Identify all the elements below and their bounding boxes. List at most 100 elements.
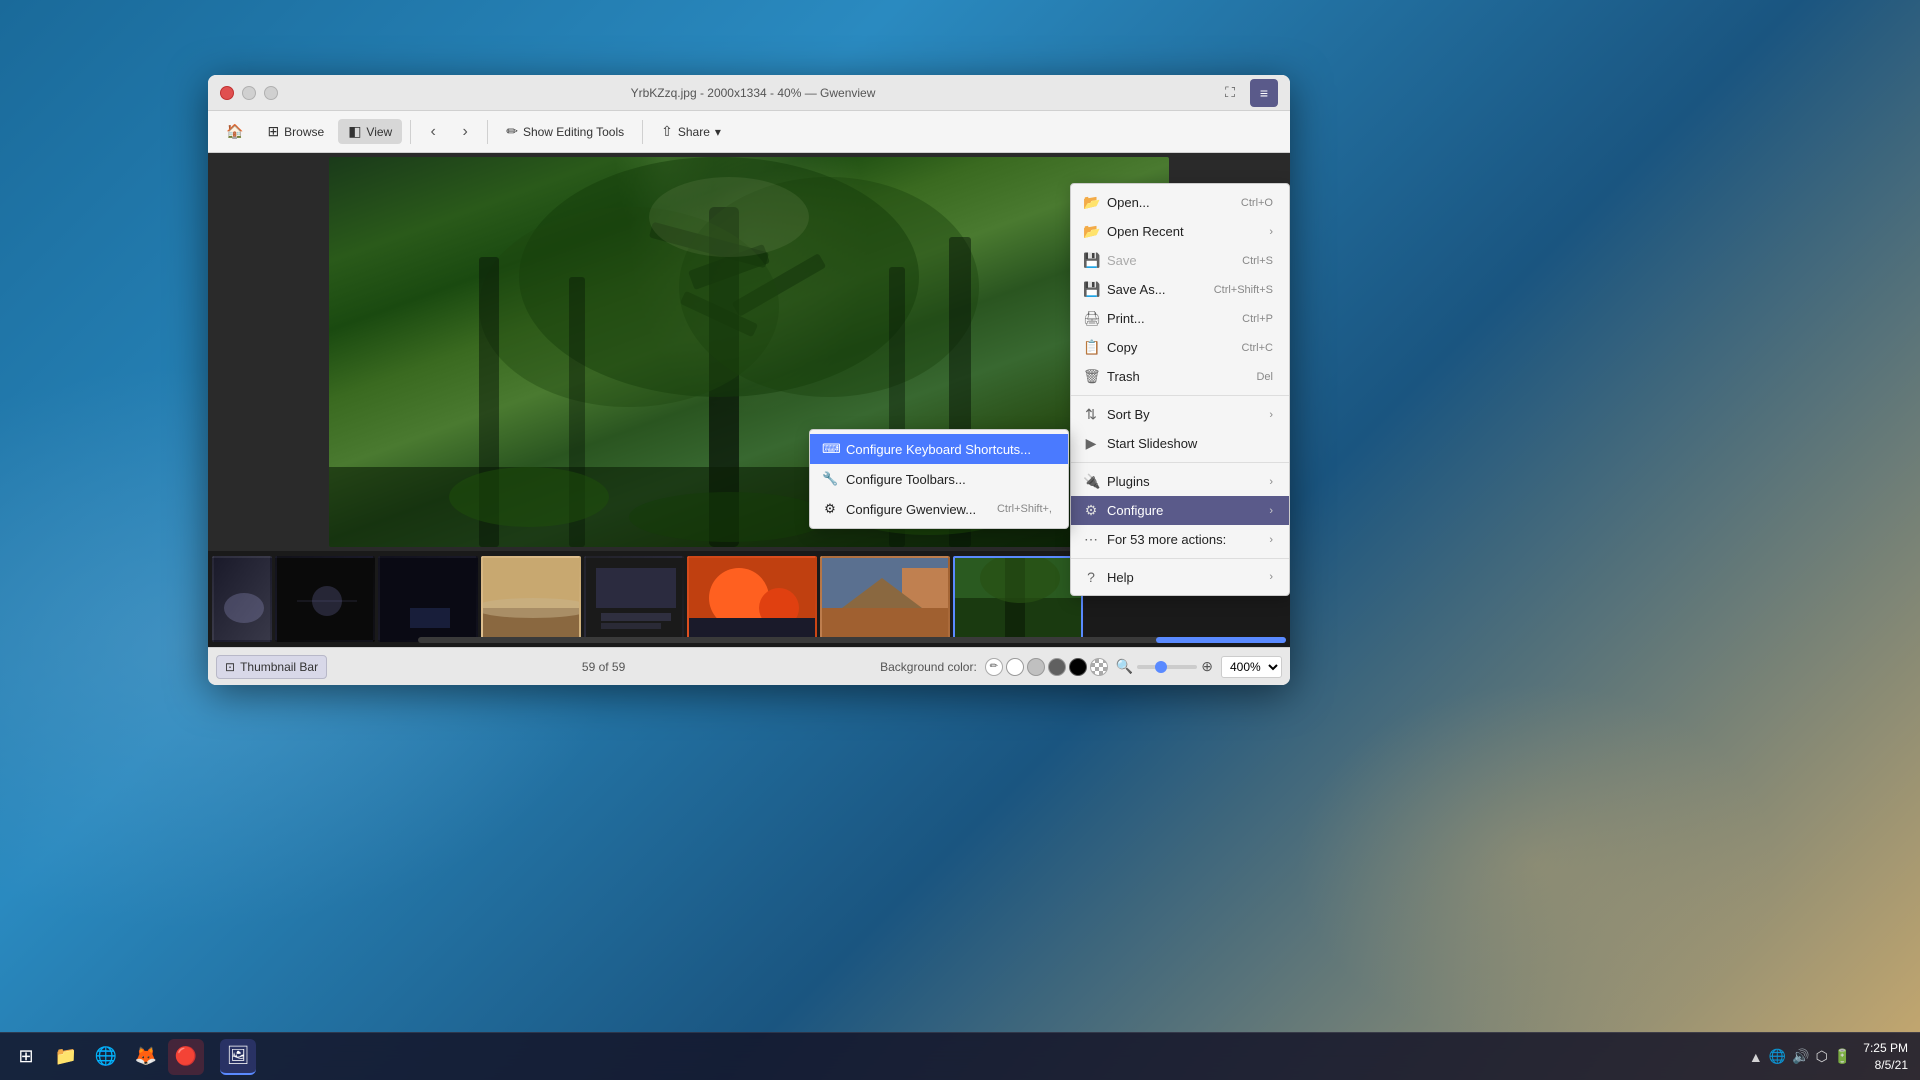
trash-icon: 🗑 [1083, 368, 1099, 385]
thumbnail-bar-label: Thumbnail Bar [240, 660, 318, 674]
menu-item-open[interactable]: 📂 Open... Ctrl+O [1071, 188, 1289, 217]
submenu-gwenview[interactable]: ⚙ Configure Gwenview... Ctrl+Shift+, [810, 494, 1068, 524]
swatch-pencil[interactable]: ✏ [985, 658, 1003, 676]
zoom-in-icon[interactable]: ⊕ [1201, 658, 1213, 675]
nav-forward-button[interactable]: › [451, 118, 479, 146]
menu-print-label: Print... [1107, 311, 1145, 326]
thumbnail-scrollbar[interactable] [418, 637, 1286, 643]
window-title: YrbKZzq.jpg - 2000x1334 - 40% — Gwenview [290, 86, 1216, 100]
menu-item-trash[interactable]: 🗑 Trash Del [1071, 362, 1289, 391]
menu-item-slideshow[interactable]: ▶ Start Slideshow [1071, 429, 1289, 458]
menu-item-plugins[interactable]: 🔌 Plugins › [1071, 467, 1289, 496]
thumbnail-5[interactable] [584, 556, 684, 642]
menu-plugins-label: Plugins [1107, 474, 1150, 489]
thumbnail-4[interactable] [481, 556, 581, 642]
thumbnail-8[interactable] [953, 556, 1083, 642]
view-button[interactable]: ◧ View [338, 119, 402, 144]
swatch-darkgray[interactable] [1048, 658, 1066, 676]
hamburger-menu: 📂 Open... Ctrl+O 📂 Open Recent › 💾 Save … [1070, 183, 1290, 596]
thumbnail-6[interactable] [687, 556, 817, 642]
network-icon[interactable]: 🌐 [1769, 1048, 1786, 1065]
thumbnail-bar-icon: ⊡ [225, 660, 235, 674]
swatch-lightgray[interactable] [1027, 658, 1045, 676]
more-icon: ⋯ [1083, 531, 1099, 548]
title-bar-actions: ⛶ ≡ [1216, 79, 1278, 107]
menu-more-actions-label: For 53 more actions: [1107, 532, 1226, 547]
menu-item-configure[interactable]: ⚙ Configure › [1071, 496, 1289, 525]
thumb-8-image [955, 558, 1083, 642]
menu-divider-1 [1071, 395, 1289, 396]
view-label: View [366, 125, 392, 139]
submenu-keyboard-shortcuts[interactable]: ⌨ Configure Keyboard Shortcuts... [810, 434, 1068, 464]
taskbar-gwenview-app[interactable]: 🖼 [220, 1039, 256, 1075]
menu-help-label: Help [1107, 570, 1134, 585]
taskbar-icon-browser[interactable]: 🌐 [88, 1039, 124, 1075]
save-as-shortcut: Ctrl+Shift+S [1214, 284, 1273, 296]
menu-trash-label: Trash [1107, 369, 1140, 384]
volume-icon[interactable]: 🔊 [1792, 1048, 1809, 1065]
menu-divider-2 [1071, 462, 1289, 463]
zoom-select[interactable]: 400% [1221, 656, 1282, 678]
browse-icon: ⊞ [267, 123, 279, 140]
toolbars-icon: 🔧 [822, 471, 838, 487]
open-recent-arrow: › [1269, 226, 1273, 238]
taskbar-icon-manjaro[interactable]: 🔴 [168, 1039, 204, 1075]
taskbar-time: 7:25 PM [1863, 1040, 1908, 1057]
menu-item-copy[interactable]: 📋 Copy Ctrl+C [1071, 333, 1289, 362]
thumb-2-image [277, 558, 375, 642]
close-button[interactable] [220, 86, 234, 100]
tray-arrow-icon[interactable]: ▲ [1749, 1049, 1763, 1065]
taskbar-icon-task[interactable]: 📁 [48, 1039, 84, 1075]
main-toolbar: 🏠 ⊞ Browse ◧ View ‹ › ✏ Show Editing Too… [208, 111, 1290, 153]
copy-icon: 📋 [1083, 339, 1099, 356]
zoom-slider[interactable] [1137, 665, 1197, 669]
title-bar: YrbKZzq.jpg - 2000x1334 - 40% — Gwenview… [208, 75, 1290, 111]
fullscreen-button[interactable]: ⛶ [1216, 79, 1244, 107]
swatch-black[interactable] [1069, 658, 1087, 676]
taskbar-icon-grid[interactable]: ⊞ [8, 1039, 44, 1075]
nav-back-icon: ‹ [431, 123, 436, 141]
submenu-toolbars[interactable]: 🔧 Configure Toolbars... [810, 464, 1068, 494]
bluetooth-icon[interactable]: ⬡ [1816, 1048, 1828, 1065]
show-editing-tools-button[interactable]: ✏ Show Editing Tools [496, 119, 634, 144]
thumbnail-scrollbar-thumb [1156, 637, 1286, 643]
battery-icon[interactable]: 🔋 [1834, 1048, 1851, 1065]
menu-item-more-actions[interactable]: ⋯ For 53 more actions: › [1071, 525, 1289, 554]
menu-item-sort-by[interactable]: ⇅ Sort By › [1071, 400, 1289, 429]
submenu-keyboard-label: Configure Keyboard Shortcuts... [846, 442, 1031, 457]
toolbar-separator-2 [487, 120, 488, 144]
taskbar-clock[interactable]: 7:25 PM 8/5/21 [1851, 1040, 1920, 1074]
background-color-label: Background color: [880, 660, 977, 674]
maximize-button[interactable] [264, 86, 278, 100]
menu-sort-by-label: Sort By [1107, 407, 1150, 422]
nav-back-button[interactable]: ‹ [419, 118, 447, 146]
share-icon: ⇧ [661, 123, 673, 140]
minimize-button[interactable] [242, 86, 256, 100]
thumbnail-3[interactable] [378, 556, 478, 642]
taskbar-time-display: 7:25 PM 8/5/21 [1863, 1040, 1908, 1074]
browse-label: Browse [284, 125, 324, 139]
home-button[interactable]: 🏠 [216, 119, 253, 144]
taskbar-icon-firefox[interactable]: 🦊 [128, 1039, 164, 1075]
thumbnail-bar-button[interactable]: ⊡ Thumbnail Bar [216, 655, 327, 679]
swatch-white[interactable] [1006, 658, 1024, 676]
zoom-out-icon[interactable]: 🔍 [1116, 658, 1133, 675]
swatch-checker[interactable] [1090, 658, 1108, 676]
help-arrow: › [1269, 571, 1273, 583]
thumbnail-2[interactable] [275, 556, 375, 642]
menu-item-help[interactable]: ? Help › [1071, 563, 1289, 591]
thumbnail-1[interactable] [212, 556, 272, 642]
hamburger-menu-button[interactable]: ≡ [1250, 79, 1278, 107]
open-recent-icon: 📂 [1083, 223, 1099, 240]
thumbnail-7[interactable] [820, 556, 950, 642]
menu-item-save-as[interactable]: 💾 Save As... Ctrl+Shift+S [1071, 275, 1289, 304]
print-shortcut: Ctrl+P [1242, 313, 1273, 325]
menu-item-open-recent[interactable]: 📂 Open Recent › [1071, 217, 1289, 246]
share-button[interactable]: ⇧ Share ▾ [651, 119, 731, 144]
save-shortcut: Ctrl+S [1242, 255, 1273, 267]
browse-button[interactable]: ⊞ Browse [257, 119, 334, 144]
plugins-icon: 🔌 [1083, 473, 1099, 490]
menu-save-as-label: Save As... [1107, 282, 1166, 297]
zoom-slider-container: 🔍 ⊕ [1116, 658, 1213, 675]
menu-item-print[interactable]: 🖨 Print... Ctrl+P [1071, 304, 1289, 333]
